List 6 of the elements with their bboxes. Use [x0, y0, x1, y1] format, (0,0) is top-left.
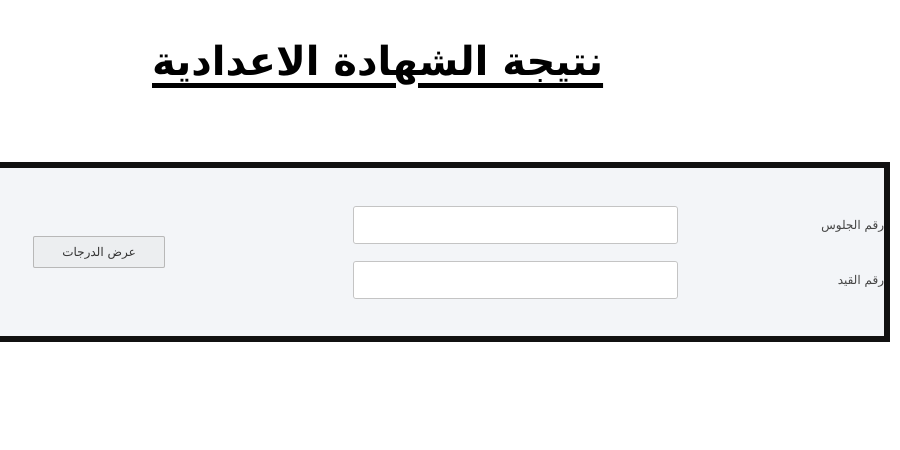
show-grades-button[interactable]: عرض الدرجات	[33, 236, 165, 268]
input-field[interactable]	[353, 260, 678, 298]
page-title: نتيجة الشهادة الاعدادية	[152, 38, 604, 86]
input-field[interactable]	[353, 206, 678, 244]
field-label: رقم القيد	[836, 272, 884, 286]
field-label: رقم الجلوس	[820, 218, 884, 232]
